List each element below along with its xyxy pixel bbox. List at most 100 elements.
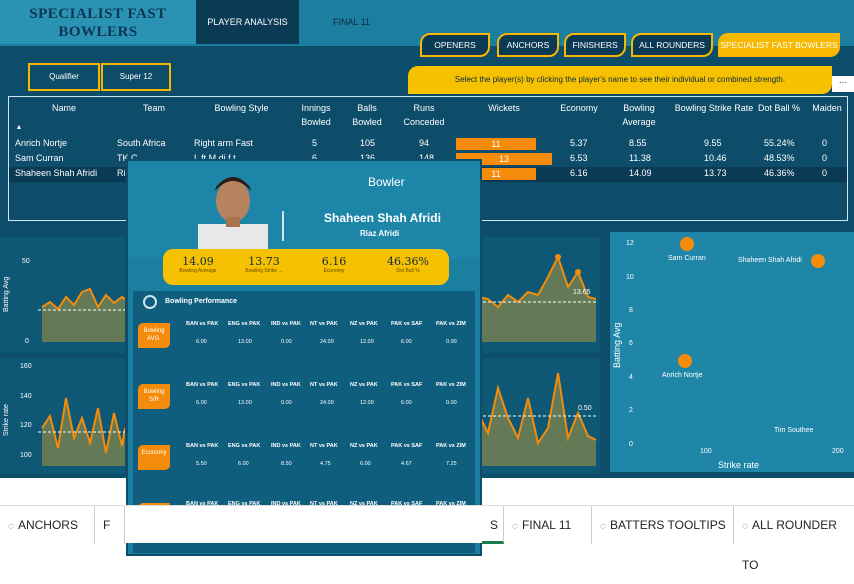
- col-name[interactable]: Name: [14, 101, 114, 115]
- page-title: SPECIALIST FAST BOWLERS: [0, 0, 196, 44]
- batting-avg-trend-chart-right: 13.65: [477, 237, 600, 353]
- strike-rate-trend-chart: 160 140 120 100 Strike rate: [0, 358, 126, 474]
- page-tab-all-rounder[interactable]: ◌ ALL ROUNDER TO: [734, 506, 854, 572]
- page-tab-final-11[interactable]: ◌ FINAL 11: [504, 506, 592, 544]
- scatter-point[interactable]: [811, 254, 825, 268]
- y-tick: 160: [20, 363, 32, 370]
- metric-value: 6.00: [401, 339, 412, 345]
- x-tick: 200: [832, 448, 844, 455]
- match-header: IND vs PAK: [271, 382, 301, 388]
- eye-off-icon: ◌: [8, 521, 14, 532]
- col-average[interactable]: Bowling Average: [614, 101, 664, 129]
- filter-qualifier[interactable]: Qualifier: [28, 63, 100, 91]
- page-tab-batters-tooltips[interactable]: ◌ BATTERS TOOLTIPS: [592, 506, 734, 544]
- table-row[interactable]: Anrich Nortje South Africa Right arm Fas…: [9, 137, 847, 152]
- cell-average: 14.09: [629, 168, 652, 178]
- metric-value: 0.00: [281, 400, 292, 406]
- nav-all-rounders[interactable]: ALL ROUNDERS: [631, 33, 713, 57]
- col-bowling-style[interactable]: Bowling Style: [204, 101, 279, 115]
- page-tab-s[interactable]: S: [482, 506, 504, 544]
- y-tick: 12: [626, 240, 634, 247]
- cell-dot-ball: 48.53%: [764, 153, 795, 163]
- match-header: NZ vs PAK: [350, 382, 378, 388]
- cell-name[interactable]: Sam Curran: [15, 153, 64, 163]
- cell-maiden: 0: [822, 138, 828, 148]
- eye-off-icon: ◌: [600, 521, 606, 532]
- cell-name[interactable]: Shaheen Shah Afridi: [15, 168, 97, 178]
- metric-value: 6.00: [401, 400, 412, 406]
- cell-name[interactable]: Anrich Nortje: [15, 138, 67, 148]
- match-header: PAK vs SAF: [391, 443, 423, 449]
- match-header: IND vs PAK: [271, 443, 301, 449]
- metric-value: 0.00: [281, 339, 292, 345]
- col-wickets[interactable]: Wickets: [464, 101, 544, 115]
- batting-avg-trend-chart: 50 0 Batting Avg: [0, 237, 126, 353]
- nav-specialist-fast-bowlers[interactable]: SPECIALIST FAST BOWLERS: [718, 33, 840, 57]
- nav-openers[interactable]: OPENERS: [420, 33, 490, 57]
- tab-final-11[interactable]: FINAL 11: [300, 0, 403, 44]
- x-tick: 100: [700, 448, 712, 455]
- more-options-button[interactable]: ...: [832, 76, 854, 92]
- col-runs[interactable]: Runs Conceded: [399, 101, 449, 129]
- match-header: NZ vs PAK: [350, 443, 378, 449]
- metric-value: 0.00: [446, 339, 457, 345]
- cell-dot-ball: 46.36%: [764, 168, 795, 178]
- point-label: Sam Curran: [668, 255, 706, 262]
- eye-off-icon: ◌: [512, 521, 518, 532]
- strike-rate-trend-chart-right: 0.50: [477, 358, 600, 474]
- match-header: NT vs PAK: [310, 382, 338, 388]
- match-header: PAK vs SAF: [391, 382, 423, 388]
- tooltip-title: Bowler: [368, 175, 405, 189]
- page-tab-f[interactable]: F: [95, 506, 125, 544]
- kpi-dot-ball: 46.36% Dot Ball %: [387, 255, 429, 274]
- wickets-bar: 11: [456, 138, 536, 150]
- sort-ascending-icon[interactable]: ▲: [14, 121, 24, 135]
- col-innings[interactable]: Innings Bowled: [294, 101, 338, 129]
- match-header: ENG vs PAK: [228, 443, 261, 449]
- tooltip-header: Bowler Shaheen Shah Afridi Riaz Afridi: [128, 161, 480, 259]
- cell-team: Ri: [117, 168, 126, 178]
- page-tab-anchors[interactable]: ◌ ANCHORS: [0, 506, 95, 544]
- y-tick: 2: [629, 407, 633, 414]
- col-dot-ball[interactable]: Dot Ball %: [749, 101, 809, 115]
- match-header: NZ vs PAK: [350, 321, 378, 327]
- tab-player-analysis[interactable]: PLAYER ANALYSIS: [196, 0, 299, 44]
- filter-super-12[interactable]: Super 12: [101, 63, 171, 91]
- nav-finishers[interactable]: FINISHERS: [564, 33, 626, 57]
- cell-style: Right arm Fast: [194, 138, 254, 148]
- match-header: BAN vs PAK: [186, 382, 219, 388]
- batting-avg-trend-plot: [38, 287, 126, 342]
- player-name: Shaheen Shah Afridi: [324, 211, 441, 225]
- eye-off-icon: ◌: [742, 521, 748, 532]
- cell-maiden: 0: [822, 168, 828, 178]
- divider: [282, 211, 284, 241]
- match-header: BAN vs PAK: [186, 443, 219, 449]
- scatter-point[interactable]: [678, 354, 692, 368]
- cell-average: 8.55: [629, 138, 647, 148]
- cell-balls: 105: [360, 138, 376, 148]
- cell-dot-ball: 55.24%: [764, 138, 795, 148]
- y-axis-label: Batting Avg: [612, 322, 622, 368]
- col-team[interactable]: Team: [124, 101, 184, 115]
- col-maiden[interactable]: Maiden: [807, 101, 847, 115]
- match-header: ENG vs PAK: [228, 321, 261, 327]
- cell-runs: 94: [419, 138, 430, 148]
- match-header: PAK vs ZIM: [436, 443, 466, 449]
- metric-badge: Economy: [138, 445, 170, 470]
- reference-value: 0.50: [578, 405, 592, 412]
- scatter-point[interactable]: [680, 237, 694, 251]
- col-strike-rate[interactable]: Bowling Strike Rate: [674, 101, 754, 115]
- col-economy[interactable]: Economy: [549, 101, 609, 115]
- cell-strike-rate: 13.73: [704, 168, 727, 178]
- cell-innings: 5: [312, 138, 318, 148]
- y-tick: 10: [626, 274, 634, 281]
- match-header: PAK vs ZIM: [436, 382, 466, 388]
- nav-anchors[interactable]: ANCHORS: [497, 33, 559, 57]
- x-axis-label: Strike rate: [718, 460, 760, 470]
- strike-rate-trend-plot-right: [477, 372, 597, 466]
- cell-team: South Africa: [117, 138, 166, 148]
- page-tabs-bar: ◌ ANCHORS F S ◌ FINAL 11 ◌ BATTERS TOOLTIPS…: [0, 505, 854, 572]
- col-balls[interactable]: Balls Bowled: [347, 101, 387, 129]
- point-label: Anrich Nortje: [662, 372, 703, 379]
- cell-economy: 6.53: [570, 153, 588, 163]
